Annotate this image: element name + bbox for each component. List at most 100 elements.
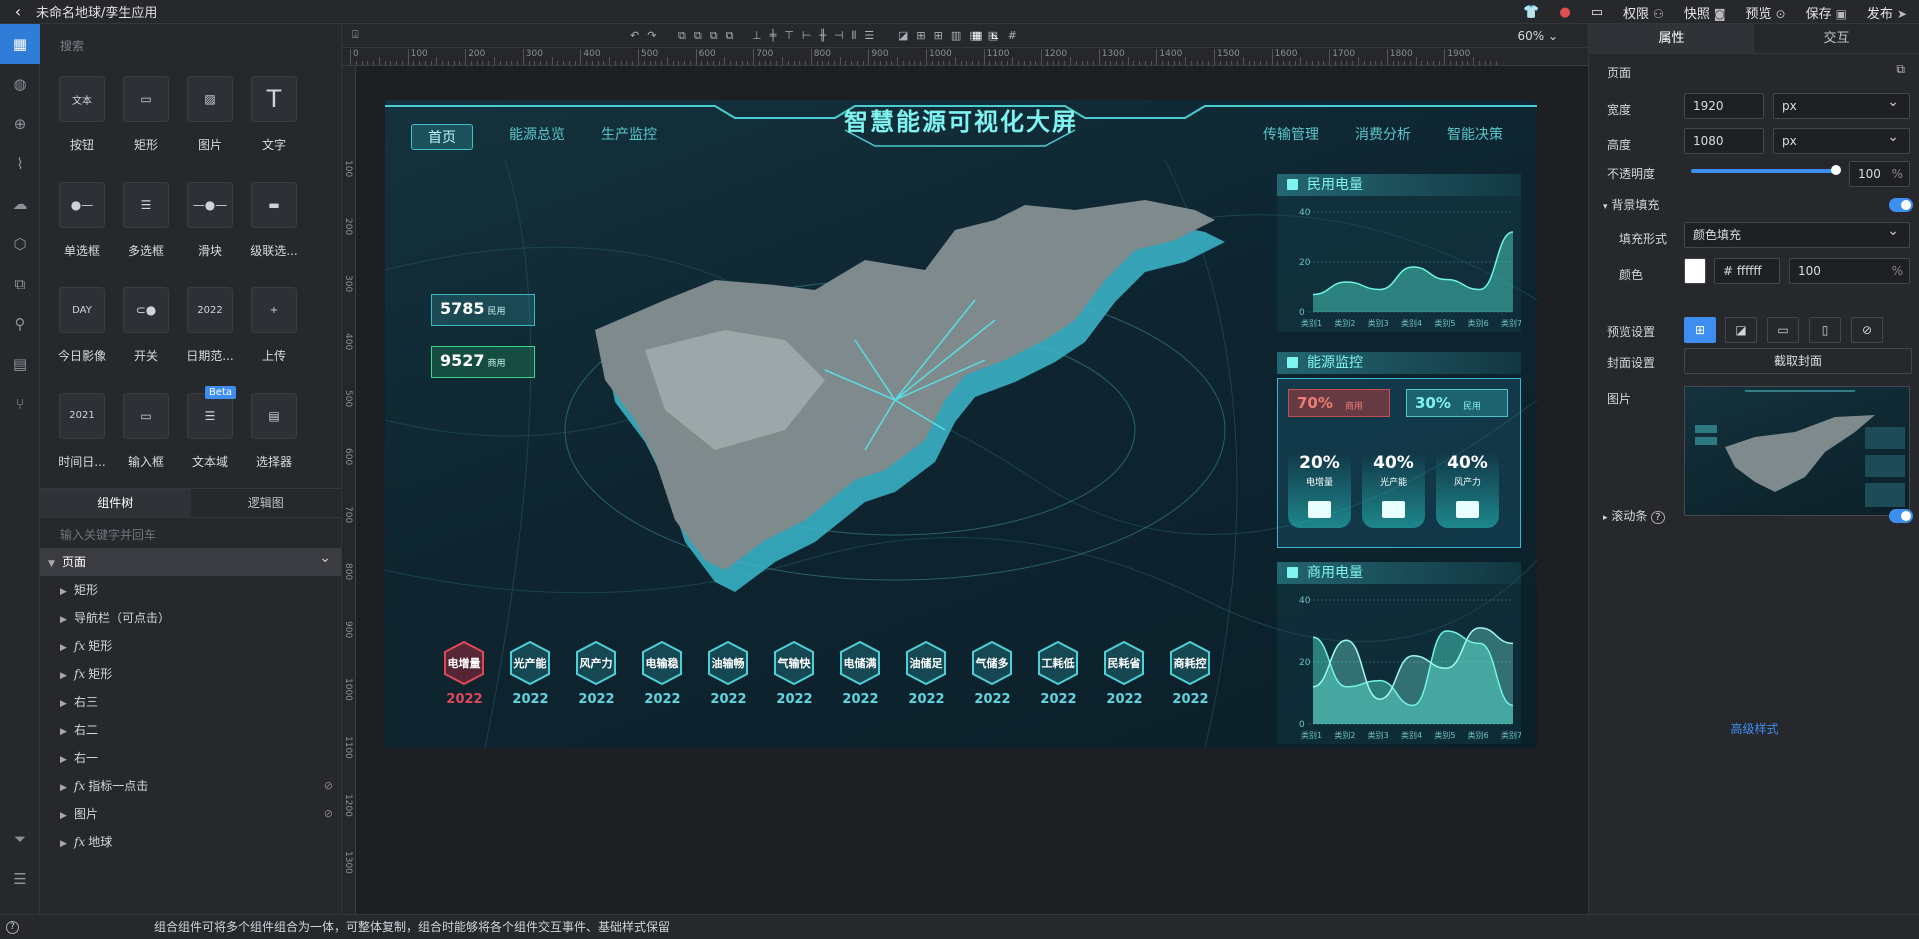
align-middle-icon[interactable]: ╪ bbox=[770, 29, 777, 43]
publish-button[interactable]: 发布 ➤ bbox=[1867, 3, 1907, 22]
component-cascader[interactable]: ▬ 级联选... bbox=[242, 172, 306, 268]
nav-consumption[interactable]: 消费分析 bbox=[1355, 124, 1411, 144]
color-alpha-input[interactable]: 100% bbox=[1789, 258, 1910, 284]
indicator-hex[interactable]: 电输稳 2022 bbox=[639, 640, 686, 707]
tab-interaction[interactable]: 交互 bbox=[1754, 24, 1919, 53]
indicator-hex[interactable]: 光产能 2022 bbox=[507, 640, 554, 707]
component-button[interactable]: 文本 按钮 bbox=[50, 66, 114, 162]
filter-icon[interactable]: ⏷ bbox=[0, 819, 40, 859]
height-input[interactable]: 1080 bbox=[1684, 128, 1764, 154]
database-icon[interactable]: ☰ bbox=[0, 859, 40, 899]
cover-thumbnail[interactable] bbox=[1684, 386, 1910, 516]
indicator-hex[interactable]: 民耗省 2022 bbox=[1101, 640, 1148, 707]
component-switch[interactable]: ⊂● 开关 bbox=[114, 277, 178, 373]
help-icon[interactable]: ? bbox=[1651, 511, 1665, 524]
monitor-tile[interactable]: 40% 风产力 bbox=[1436, 453, 1499, 528]
indicator-hex[interactable]: 工耗低 2022 bbox=[1035, 640, 1082, 707]
earth-icon[interactable]: ⊕ bbox=[0, 104, 40, 144]
branch-icon[interactable]: ⑂ bbox=[0, 384, 40, 424]
zoom-select[interactable]: 60% ⌄ bbox=[1517, 29, 1558, 43]
opacity-input[interactable]: 100% bbox=[1849, 161, 1910, 187]
color-hex-input[interactable]: # ffffff bbox=[1714, 258, 1780, 284]
hash-icon[interactable]: # bbox=[1008, 29, 1017, 42]
help-circle-icon[interactable]: ? bbox=[6, 921, 19, 934]
caret-right-icon[interactable]: ▶ bbox=[60, 606, 74, 634]
indicator-hex[interactable]: 商耗控 2022 bbox=[1167, 640, 1214, 707]
component-text[interactable]: T 文字 bbox=[242, 66, 306, 162]
record-icon[interactable]: ● bbox=[1559, 5, 1570, 20]
commercial-area-chart[interactable]: 0 20 40 类别1 类别2 类别3 类别4 类别5 类别6 类别7 bbox=[1277, 584, 1522, 744]
indicator-hex[interactable]: 气储多 2022 bbox=[969, 640, 1016, 707]
eye-off-icon[interactable]: ⊘ bbox=[324, 800, 333, 828]
indicator-hex[interactable]: 气输快 2022 bbox=[771, 640, 818, 707]
component-input[interactable]: ▭ 输入框 bbox=[114, 383, 178, 479]
capture-cover-button[interactable]: 截取封面 bbox=[1684, 348, 1912, 374]
component-checkbox[interactable]: ☰ 多选框 bbox=[114, 172, 178, 268]
screen-icon[interactable]: ▭ bbox=[1591, 5, 1603, 20]
layer-up-icon[interactable]: ⧉ bbox=[678, 29, 686, 43]
advanced-style-link[interactable]: 高级样式 bbox=[1589, 720, 1919, 737]
indicator-hex[interactable]: 风产力 2022 bbox=[573, 640, 620, 707]
save-button[interactable]: 保存 ▣ bbox=[1806, 3, 1847, 22]
monitor-tile[interactable]: 40% 光产能 bbox=[1362, 453, 1425, 528]
badge-commercial-pct[interactable]: 70% 商用 bbox=[1288, 389, 1390, 417]
frame-icon[interactable]: ◪ bbox=[898, 29, 908, 42]
align-bottom-icon[interactable]: ⊥ bbox=[752, 29, 762, 43]
caret-down-icon[interactable]: ▼ bbox=[48, 550, 62, 578]
caret-right-icon[interactable]: ▶ bbox=[60, 774, 74, 802]
tree-row[interactable]: ▶ 右三 bbox=[40, 688, 341, 716]
align-right-icon[interactable]: ⊣ bbox=[834, 29, 844, 43]
globe-layer-icon[interactable]: ◍ bbox=[0, 64, 40, 104]
scrollbar-toggle[interactable] bbox=[1889, 509, 1913, 523]
copy-icon[interactable]: ⧉ bbox=[0, 264, 40, 304]
grid-icon[interactable]: ⊞ bbox=[916, 29, 925, 42]
layer-down-icon[interactable]: ⧉ bbox=[694, 29, 702, 43]
layer-bottom-icon[interactable]: ⧉ bbox=[726, 29, 734, 43]
component-selector[interactable]: ▤ 选择器 bbox=[242, 383, 306, 479]
copy-icon[interactable]: ⧉ bbox=[1896, 62, 1905, 77]
nav-transmission[interactable]: 传输管理 bbox=[1263, 124, 1319, 144]
caret-right-icon[interactable]: ▶ bbox=[60, 830, 74, 858]
nav-decision[interactable]: 智能决策 bbox=[1447, 124, 1503, 144]
width-input[interactable]: 1920 bbox=[1684, 93, 1764, 119]
preview-none-icon[interactable]: ⊘ bbox=[1851, 317, 1883, 343]
dashboard-board[interactable]: 智慧能源可视化大屏 首页 能源总览 生产监控 传输管理 消费分析 智能决策 57… bbox=[385, 100, 1537, 748]
distribute-v-icon[interactable]: ☰ bbox=[864, 29, 874, 43]
component-today-image[interactable]: DAY 今日影像 bbox=[50, 277, 114, 373]
tree-row[interactable]: ▶ fx 矩形 bbox=[40, 660, 341, 688]
cube-icon[interactable]: ⬡ bbox=[0, 224, 40, 264]
tree-row[interactable]: ▶ fx 指标一点击 ⊘ bbox=[40, 772, 341, 800]
tree-row[interactable]: ▶ fx 矩形 bbox=[40, 632, 341, 660]
component-textarea[interactable]: ☰ Beta 文本域 bbox=[178, 383, 242, 479]
caret-right-icon[interactable]: ▶ bbox=[60, 690, 74, 718]
align-left-icon[interactable]: ⊢ bbox=[802, 29, 812, 43]
caret-right-icon[interactable]: ▶ bbox=[60, 746, 74, 774]
component-date-range[interactable]: 2022 日期范... bbox=[178, 277, 242, 373]
align-top-icon[interactable]: ⊤ bbox=[784, 29, 794, 43]
align-center-icon[interactable]: ╫ bbox=[819, 29, 826, 43]
stat-residential[interactable]: 5785 民用 bbox=[431, 294, 535, 326]
color-swatch[interactable] bbox=[1684, 258, 1706, 284]
monitor-tile[interactable]: 20% 电增量 bbox=[1288, 453, 1351, 528]
height-unit-select[interactable]: px bbox=[1773, 125, 1910, 154]
caret-right-icon[interactable]: ▶ bbox=[60, 578, 74, 606]
tree-search-input[interactable]: 输入关键字并回车 bbox=[40, 518, 341, 548]
component-image[interactable]: ▨ 图片 bbox=[178, 66, 242, 162]
preview-fill-icon[interactable]: ◪ bbox=[1725, 317, 1757, 343]
tab-component-tree[interactable]: 组件树 bbox=[40, 489, 191, 517]
tree-row[interactable]: ▶ 右一 bbox=[40, 744, 341, 772]
table-icon[interactable]: ▦ bbox=[972, 29, 982, 42]
tree-row[interactable]: ▶ 导航栏（可点击） bbox=[40, 604, 341, 632]
preview-fit-icon[interactable]: ⊞ bbox=[1684, 317, 1716, 343]
user-settings-icon[interactable]: ⚲ bbox=[0, 304, 40, 344]
distribute-h-icon[interactable]: ⫴ bbox=[852, 29, 857, 43]
redo-icon[interactable]: ↷ bbox=[647, 29, 656, 42]
width-unit-select[interactable]: px bbox=[1773, 90, 1910, 119]
tree-row[interactable]: ▶ 图片 ⊘ bbox=[40, 800, 341, 828]
eye-off-icon[interactable]: ⊘ bbox=[324, 772, 333, 800]
nav-production[interactable]: 生产监控 bbox=[601, 124, 657, 150]
tree-row[interactable]: ▶ 右二 bbox=[40, 716, 341, 744]
caret-right-icon[interactable]: ▶ bbox=[60, 718, 74, 746]
indicator-hex[interactable]: 油输畅 2022 bbox=[705, 640, 752, 707]
caret-right-icon[interactable]: ▶ bbox=[60, 662, 74, 690]
